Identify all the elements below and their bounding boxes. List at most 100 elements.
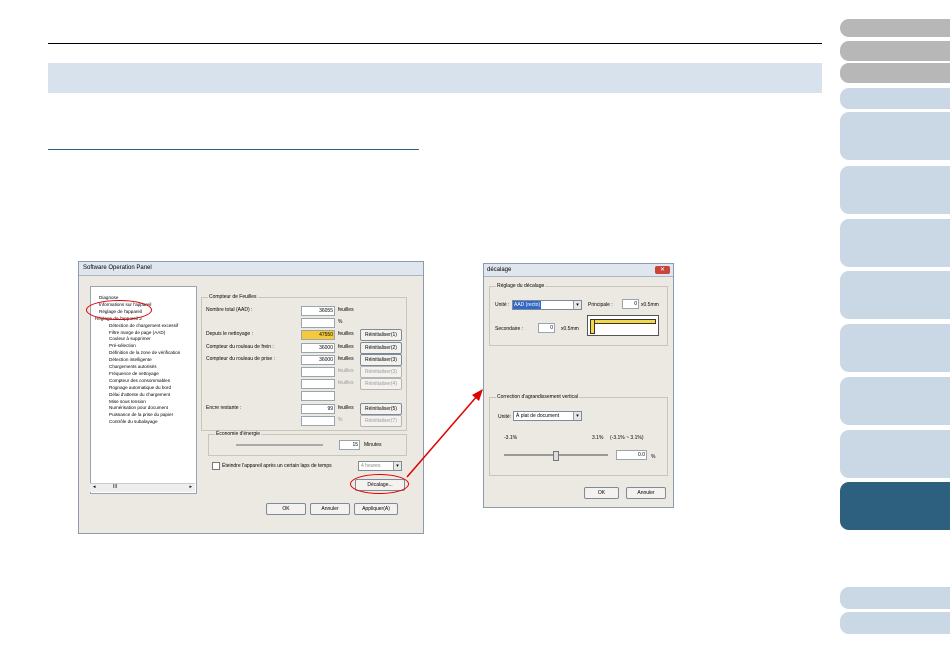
tree-item[interactable]: Couleur à supprimer [109, 336, 151, 341]
max-label: 3.1% [592, 435, 604, 441]
percent-label: % [651, 454, 656, 460]
offset-settings-group: Réglage du décalage Unité : AAD (recto) … [489, 283, 668, 346]
counter-row-unit: feuilles [338, 404, 354, 411]
reset-button[interactable]: Réinitialiser(4) [360, 378, 402, 391]
unit-select-value: AAD (recto) [513, 301, 542, 309]
preview-paper-top [590, 319, 656, 324]
slider-thumb[interactable] [553, 451, 559, 461]
counter-row-value [301, 318, 335, 329]
side-tab-11[interactable] [840, 430, 950, 478]
shutdown-time-select[interactable]: 4 heures ▾ [358, 461, 402, 471]
reset-button[interactable]: Réinitialiser(5) [360, 402, 402, 415]
cancel-button[interactable]: Annuler [626, 487, 666, 499]
counter-row-value [301, 367, 335, 377]
counter-row-unit: feuilles [338, 343, 354, 350]
counter-row-label: Encre restante : [206, 404, 242, 411]
tree-item[interactable]: Définition de la zone de vérification [109, 350, 180, 355]
tree-item[interactable]: Mise sous tension [109, 399, 146, 404]
unit2-select[interactable]: À plat de document ▾ [513, 411, 582, 421]
side-tab-9[interactable] [840, 324, 950, 372]
magnification-field[interactable]: 0.0 [616, 450, 647, 460]
counter-row-unit: feuilles [338, 368, 354, 374]
preview-paper-left [590, 319, 595, 334]
unit-select[interactable]: AAD (recto) ▾ [512, 300, 582, 310]
energy-saving-legend: Économie d'énergie [215, 431, 262, 437]
dialog-title: décalage [484, 264, 673, 277]
counter-row-label: Depuis le nettoyage : [206, 331, 253, 338]
tree-item[interactable]: Fréquence de nettoyage [109, 371, 159, 376]
apply-button[interactable]: Appliquer(A) [354, 503, 398, 515]
magnification-group: Correction d'agrandissement vertical Uni… [489, 394, 668, 476]
counter-row-value: 99 [301, 403, 335, 414]
sub-scan-spinner[interactable]: 0 [538, 323, 555, 333]
tree-item[interactable]: Puissance de la prise du papier [109, 412, 173, 417]
energy-saving-group: Économie d'énergie 15 Minutes [208, 431, 407, 456]
offset-settings-legend: Réglage du décalage [496, 283, 546, 289]
tree-item[interactable]: Contrôle du subalayage [109, 419, 158, 424]
ok-button[interactable]: OK [266, 503, 306, 515]
side-tab-7[interactable] [840, 219, 950, 267]
tree-item[interactable]: Pré-sélection [109, 343, 136, 348]
tree-item[interactable]: Détection intelligente [109, 357, 152, 362]
decalage-dialog: décalage ✕ Réglage du décalage Unité : A… [483, 263, 674, 508]
tree-item[interactable]: Délai d'attente du chargement [109, 392, 170, 397]
tree-item[interactable]: Filtre marge de page (AAD) [109, 330, 165, 335]
tree-horizontal-scrollbar[interactable]: ◂ III ▸ [90, 483, 195, 492]
reset-button[interactable]: Réinitialiser(3) [360, 366, 402, 378]
main-scan-unit: x0.5mm [641, 302, 659, 308]
energy-slider[interactable] [236, 444, 323, 446]
ok-button[interactable]: OK [584, 487, 619, 499]
window-title: Software Operation Panel [79, 262, 423, 276]
side-tab-6[interactable] [840, 166, 950, 214]
counter-row-unit: feuilles [338, 380, 354, 387]
section-banner [48, 63, 822, 93]
tree-item[interactable]: Compteur des consommables [109, 378, 170, 383]
main-scan-spinner[interactable]: 0 [622, 299, 639, 309]
reset-button[interactable]: Réinitialiser(3) [360, 353, 402, 366]
counter-row-label: Nombre total (AAD) : [206, 307, 253, 313]
counter-row-unit: feuilles [338, 307, 354, 313]
magnification-slider[interactable] [504, 451, 608, 461]
cancel-button[interactable]: Annuler [310, 503, 350, 515]
side-tab-14[interactable] [840, 612, 950, 634]
side-tab-8[interactable] [840, 271, 950, 319]
counter-row-label: Compteur du rouleau de prise : [206, 355, 275, 362]
tree-item[interactable]: Numérisation pour document [109, 405, 168, 410]
counter-row-value: 36000 [301, 354, 335, 365]
side-tab-10[interactable] [840, 377, 950, 425]
tree-item[interactable]: Détection de chargement excessif [109, 323, 178, 328]
side-tab-5[interactable] [840, 112, 950, 160]
side-tab-12[interactable] [840, 482, 950, 530]
unit2-select-value: À plat de document [516, 413, 560, 419]
main-scan-label: Principale : [588, 302, 613, 308]
counter-row-value [301, 379, 335, 390]
scroll-left-icon[interactable]: ◂ [93, 484, 96, 490]
side-tab-13[interactable] [840, 587, 950, 609]
counter-row-unit: feuilles [338, 355, 354, 362]
scroll-thumb[interactable]: III [113, 484, 117, 490]
subheading-rule [48, 149, 419, 150]
tree-item[interactable]: Rognage automatique du bord [109, 385, 171, 390]
tree-item[interactable]: Chargements autorisés [109, 364, 157, 369]
counter-row-label: Compteur du rouleau de frein : [206, 343, 274, 350]
counter-row-unit: % [338, 416, 343, 423]
magnification-legend: Correction d'agrandissement vertical [496, 394, 579, 400]
side-tab-4[interactable] [840, 88, 950, 109]
range-label: (-3.1% ~ 3.1%) [610, 435, 644, 441]
side-tab-3[interactable] [840, 63, 950, 83]
reset-button[interactable]: Réinitialiser(1) [360, 329, 402, 342]
reset-button[interactable]: Réinitialiser(2) [360, 341, 402, 354]
side-tab-2[interactable] [840, 41, 950, 61]
sheet-counter-legend: Compteur de Feuilles [208, 294, 258, 300]
shutdown-checkbox[interactable] [212, 462, 220, 470]
scroll-right-icon[interactable]: ▸ [189, 484, 192, 490]
reset-button[interactable]: Réinitialiser(7) [360, 414, 402, 427]
software-operation-panel-window: Software Operation Panel Diagnose Informa… [78, 261, 424, 534]
sub-scan-label: Secondaire : [495, 326, 524, 332]
close-icon[interactable]: ✕ [655, 266, 670, 274]
arrow-line [406, 394, 479, 478]
energy-minutes-field[interactable]: 15 [339, 440, 360, 450]
annotation-arrow [406, 389, 483, 478]
side-tab-1[interactable] [840, 19, 950, 37]
counter-row-unit: % [338, 319, 343, 326]
